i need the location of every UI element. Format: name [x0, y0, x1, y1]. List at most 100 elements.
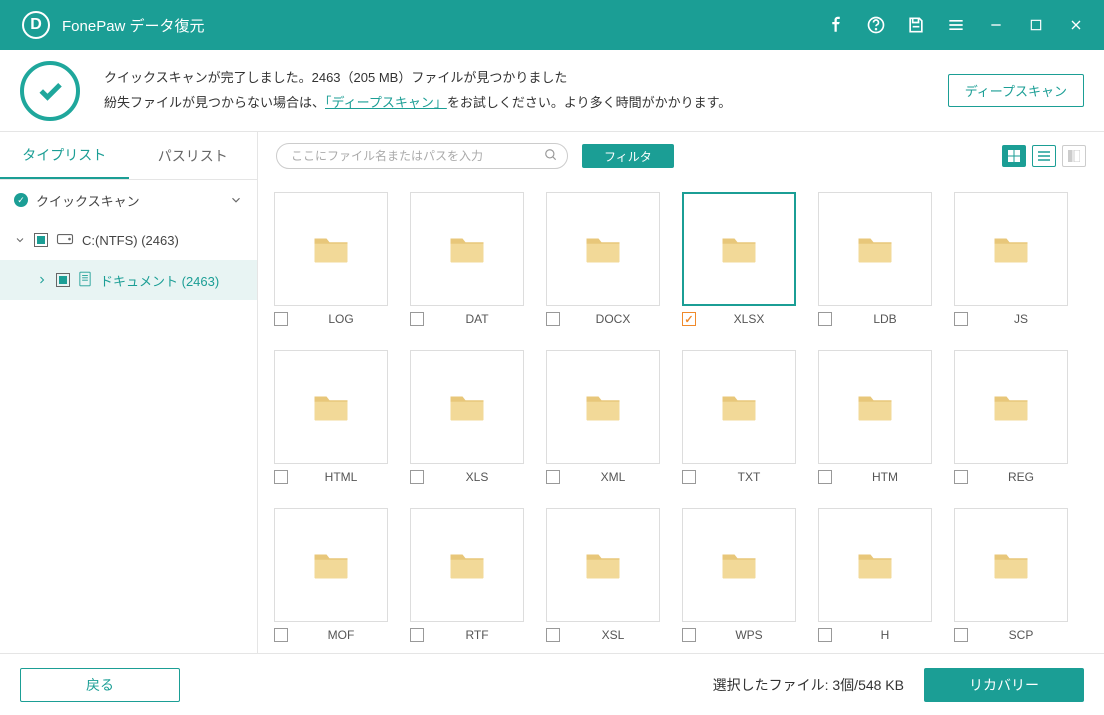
folder-name: SCP — [974, 628, 1068, 642]
folder-item[interactable]: MOF — [274, 508, 388, 642]
folder-thumb[interactable] — [274, 192, 388, 306]
search-icon[interactable] — [544, 148, 558, 167]
folder-item[interactable]: DOCX — [546, 192, 660, 326]
folder-thumb[interactable] — [818, 508, 932, 622]
footer: 戻る 選択したファイル: 3個/548 KB リカバリー — [0, 653, 1104, 715]
folder-thumb[interactable] — [410, 192, 524, 306]
view-detail-button[interactable] — [1062, 145, 1086, 167]
folder-label-row: XSL — [546, 628, 660, 642]
folder-thumb[interactable] — [274, 350, 388, 464]
folder-thumb[interactable] — [682, 350, 796, 464]
folder-item[interactable]: SCP — [954, 508, 1068, 642]
folder-name: MOF — [294, 628, 388, 642]
deep-scan-button[interactable]: ディープスキャン — [948, 74, 1084, 107]
tree-drive[interactable]: C:(NTFS) (2463) — [0, 220, 257, 260]
folder-checkbox[interactable] — [682, 628, 696, 642]
back-button[interactable]: 戻る — [20, 668, 180, 702]
folder-item[interactable]: HTML — [274, 350, 388, 484]
sidebar: タイプリスト パスリスト クイックスキャン C:(NTFS) (2463) ドキ… — [0, 132, 258, 653]
folder-checkbox[interactable] — [954, 470, 968, 484]
app-title: FonePaw データ復元 — [62, 15, 205, 36]
content-panel: フィルタ LOG DAT DOCXXLSX LDB JS HTML XLS XMLTXT HTM… — [258, 132, 1104, 653]
folder-item[interactable]: LDB — [818, 192, 932, 326]
folder-label-row: XLS — [410, 470, 524, 484]
folder-thumb[interactable] — [410, 350, 524, 464]
folder-checkbox[interactable] — [818, 312, 832, 326]
folder-label-row: SCP — [954, 628, 1068, 642]
folder-item[interactable]: RTF — [410, 508, 524, 642]
folder-checkbox[interactable] — [546, 312, 560, 326]
folder-thumb[interactable] — [682, 508, 796, 622]
folder-thumb[interactable] — [410, 508, 524, 622]
checkbox-icon[interactable] — [56, 273, 70, 287]
folder-thumb[interactable] — [818, 350, 932, 464]
folder-checkbox[interactable] — [410, 312, 424, 326]
drive-icon — [56, 232, 74, 249]
check-circle-icon — [20, 61, 80, 121]
folder-checkbox[interactable] — [546, 470, 560, 484]
folder-label-row: RTF — [410, 628, 524, 642]
folder-checkbox[interactable] — [546, 628, 560, 642]
recover-button[interactable]: リカバリー — [924, 668, 1084, 702]
folder-item[interactable]: REG — [954, 350, 1068, 484]
tab-type-list[interactable]: タイプリスト — [0, 132, 129, 179]
folder-item[interactable]: TXT — [682, 350, 796, 484]
folder-checkbox[interactable] — [818, 628, 832, 642]
folder-name: H — [838, 628, 932, 642]
folder-item[interactable]: XLS — [410, 350, 524, 484]
close-icon[interactable] — [1066, 15, 1086, 35]
chevron-down-icon — [14, 234, 26, 246]
folder-item[interactable]: XML — [546, 350, 660, 484]
tree-documents[interactable]: ドキュメント (2463) — [0, 260, 257, 300]
folder-label-row: LDB — [818, 312, 932, 326]
folder-checkbox[interactable] — [818, 470, 832, 484]
folder-thumb[interactable] — [954, 508, 1068, 622]
filter-button[interactable]: フィルタ — [582, 144, 674, 168]
folder-label-row: H — [818, 628, 932, 642]
folder-thumb[interactable] — [682, 192, 796, 306]
folder-thumb[interactable] — [818, 192, 932, 306]
folder-checkbox[interactable] — [274, 312, 288, 326]
save-icon[interactable] — [906, 15, 926, 35]
menu-icon[interactable] — [946, 15, 966, 35]
deep-scan-link[interactable]: 「ディープスキャン」 — [325, 95, 447, 110]
folder-item[interactable]: WPS — [682, 508, 796, 642]
folder-thumb[interactable] — [274, 508, 388, 622]
folder-thumb[interactable] — [546, 192, 660, 306]
folder-checkbox[interactable] — [274, 470, 288, 484]
folder-thumb[interactable] — [546, 508, 660, 622]
view-grid-button[interactable] — [1002, 145, 1026, 167]
view-list-button[interactable] — [1032, 145, 1056, 167]
folder-name: HTM — [838, 470, 932, 484]
checkbox-icon[interactable] — [34, 233, 48, 247]
tree-quick-scan[interactable]: クイックスキャン — [0, 180, 257, 220]
folder-item[interactable]: H — [818, 508, 932, 642]
sidebar-tabs: タイプリスト パスリスト — [0, 132, 257, 180]
folder-checkbox[interactable] — [682, 312, 696, 326]
folder-name: DAT — [430, 312, 524, 326]
tree-label: C:(NTFS) (2463) — [82, 233, 179, 248]
grid-wrap[interactable]: LOG DAT DOCXXLSX LDB JS HTML XLS XMLTXT HTM REG MO… — [258, 180, 1104, 653]
folder-name: LOG — [294, 312, 388, 326]
tab-path-list[interactable]: パスリスト — [129, 132, 258, 179]
folder-item[interactable]: LOG — [274, 192, 388, 326]
folder-checkbox[interactable] — [954, 628, 968, 642]
help-icon[interactable] — [866, 15, 886, 35]
search-input[interactable] — [276, 143, 568, 169]
facebook-icon[interactable] — [826, 15, 846, 35]
folder-thumb[interactable] — [954, 192, 1068, 306]
folder-checkbox[interactable] — [274, 628, 288, 642]
folder-item[interactable]: XSL — [546, 508, 660, 642]
folder-checkbox[interactable] — [410, 628, 424, 642]
folder-checkbox[interactable] — [410, 470, 424, 484]
maximize-icon[interactable] — [1026, 15, 1046, 35]
folder-checkbox[interactable] — [954, 312, 968, 326]
folder-thumb[interactable] — [546, 350, 660, 464]
folder-item[interactable]: DAT — [410, 192, 524, 326]
folder-checkbox[interactable] — [682, 470, 696, 484]
folder-thumb[interactable] — [954, 350, 1068, 464]
folder-item[interactable]: HTM — [818, 350, 932, 484]
folder-item[interactable]: JS — [954, 192, 1068, 326]
folder-item[interactable]: XLSX — [682, 192, 796, 326]
minimize-icon[interactable] — [986, 15, 1006, 35]
